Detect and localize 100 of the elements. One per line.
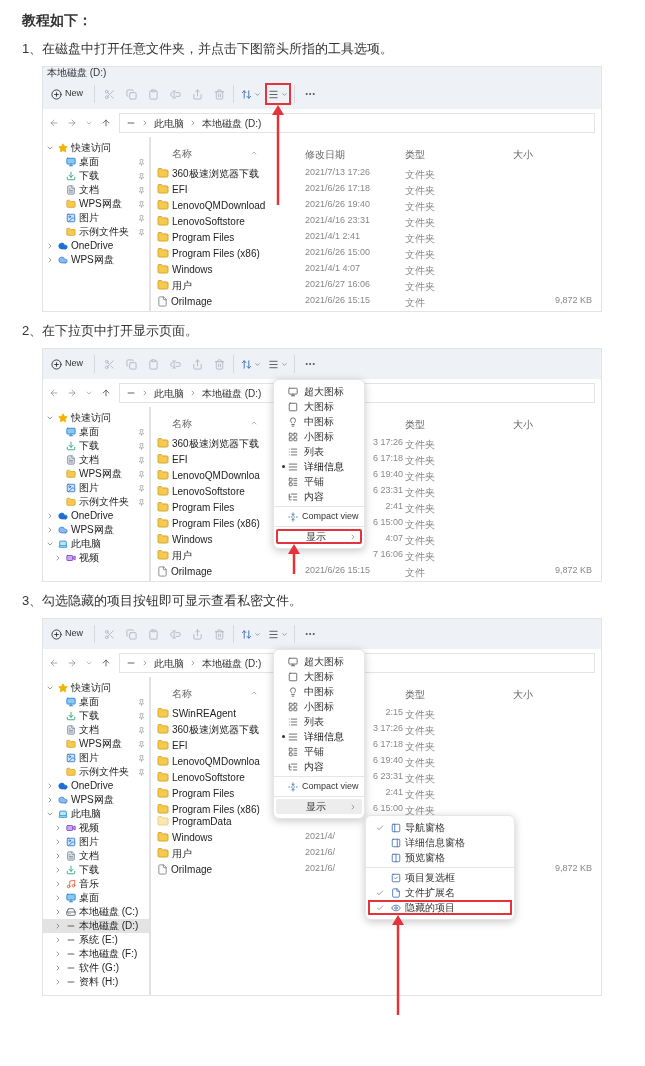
chevron-right-icon[interactable] xyxy=(54,880,62,888)
file-name[interactable]: Program Files (x86) xyxy=(172,245,260,261)
chevron-right-icon[interactable] xyxy=(46,512,54,520)
menu-item[interactable]: 内容 xyxy=(274,489,364,504)
sidebar-item[interactable]: 文档 xyxy=(43,453,149,467)
sidebar-item[interactable]: 桌面 xyxy=(43,425,149,439)
sidebar-item[interactable]: 视频 xyxy=(43,821,149,835)
column-header[interactable]: 大小 xyxy=(513,149,533,160)
column-header[interactable]: 名称 xyxy=(172,145,192,161)
menu-item[interactable]: 详细信息 xyxy=(274,729,364,744)
file-name[interactable]: LenovoQMDownloa xyxy=(172,753,260,769)
sidebar-item[interactable]: 音乐 xyxy=(43,877,149,891)
back-icon[interactable] xyxy=(49,118,59,128)
sidebar-item[interactable]: 图片 xyxy=(43,481,149,495)
scissors-icon[interactable] xyxy=(103,628,115,640)
chevron-right-icon[interactable] xyxy=(46,526,54,534)
breadcrumb-item[interactable]: 本地磁盘 (D:) xyxy=(202,115,262,131)
menu-item[interactable]: 大图标 xyxy=(274,399,364,414)
sidebar-item[interactable]: 本地磁盘 (F:) xyxy=(43,947,149,961)
chevron-right-icon[interactable] xyxy=(54,866,62,874)
chevron-right-icon[interactable] xyxy=(54,922,62,930)
pin-icon[interactable] xyxy=(138,726,145,734)
chevron-right-icon[interactable] xyxy=(54,936,62,944)
sidebar-item[interactable]: 桌面 xyxy=(43,695,149,709)
sidebar-item[interactable]: WPS网盘 xyxy=(43,253,149,267)
menu-item[interactable]: 导航窗格 xyxy=(368,820,512,835)
file-name[interactable]: Windows xyxy=(172,829,213,845)
sidebar-item[interactable]: WPS网盘 xyxy=(43,737,149,751)
file-name[interactable]: Program Files xyxy=(172,229,235,245)
sidebar-item[interactable]: 示例文件夹 xyxy=(43,765,149,779)
clipboard-icon[interactable] xyxy=(147,88,159,100)
pin-icon[interactable] xyxy=(138,740,145,748)
chevron-right-icon[interactable] xyxy=(54,852,62,860)
sidebar-item[interactable]: OneDrive xyxy=(43,239,149,253)
menu-item[interactable]: Compact view xyxy=(274,779,364,794)
scissors-icon[interactable] xyxy=(103,358,115,370)
sidebar-item[interactable]: 此电脑 xyxy=(43,807,149,821)
menu-item[interactable]: 预览窗格 xyxy=(368,850,512,865)
menu-item[interactable]: 显示 xyxy=(276,529,362,544)
rename-icon[interactable] xyxy=(169,358,181,370)
pin-icon[interactable] xyxy=(138,172,145,180)
menu-item[interactable]: 隐藏的项目 xyxy=(368,900,512,915)
menu-item[interactable]: 详细信息窗格 xyxy=(368,835,512,850)
chevron-down-icon[interactable] xyxy=(46,684,54,692)
chevron-right-icon[interactable] xyxy=(46,242,54,250)
pin-icon[interactable] xyxy=(138,712,145,720)
sidebar-item[interactable]: 文档 xyxy=(43,183,149,197)
sidebar-item[interactable]: 视频 xyxy=(43,551,149,565)
sidebar-item[interactable]: WPS网盘 xyxy=(43,197,149,211)
sidebar-item[interactable]: 示例文件夹 xyxy=(43,225,149,239)
share-icon[interactable] xyxy=(191,358,203,370)
menu-item[interactable]: 详细信息 xyxy=(274,459,364,474)
column-header[interactable]: 修改日期 xyxy=(305,149,345,160)
column-header[interactable]: 类型 xyxy=(405,419,425,430)
share-icon[interactable] xyxy=(191,628,203,640)
up-icon[interactable] xyxy=(101,118,111,128)
pin-icon[interactable] xyxy=(138,158,145,166)
chevron-right-icon[interactable] xyxy=(54,824,62,832)
file-name[interactable]: LenovoSoftstore xyxy=(172,769,245,785)
menu-item[interactable]: 平铺 xyxy=(274,744,364,759)
caret-icon[interactable] xyxy=(85,389,93,397)
chevron-down-icon[interactable] xyxy=(46,810,54,818)
file-name[interactable]: 用户 xyxy=(172,277,192,293)
chevron-down-icon[interactable] xyxy=(46,414,54,422)
menu-item[interactable]: 内容 xyxy=(274,759,364,774)
sidebar-item[interactable]: 快速访问 xyxy=(43,411,149,425)
file-name[interactable]: Program Files (x86) xyxy=(172,515,260,531)
file-name[interactable]: Windows xyxy=(172,531,213,547)
file-name[interactable]: OriImage xyxy=(171,861,213,877)
trash-icon[interactable] xyxy=(213,628,225,640)
sidebar-item[interactable]: WPS网盘 xyxy=(43,467,149,481)
copy-icon[interactable] xyxy=(125,628,137,640)
chevron-down-icon[interactable] xyxy=(46,144,54,152)
chevron-right-icon[interactable] xyxy=(46,256,54,264)
chevron-right-icon[interactable] xyxy=(54,950,62,958)
pin-icon[interactable] xyxy=(138,698,145,706)
forward-icon[interactable] xyxy=(67,388,77,398)
chevron-right-icon[interactable] xyxy=(54,894,62,902)
chevron-right-icon[interactable] xyxy=(54,554,62,562)
sidebar-item[interactable]: 软件 (G:) xyxy=(43,961,149,975)
trash-icon[interactable] xyxy=(213,358,225,370)
trash-icon[interactable] xyxy=(213,88,225,100)
new-button[interactable]: New xyxy=(51,623,91,645)
sidebar-item[interactable]: 下载 xyxy=(43,439,149,453)
new-button[interactable]: New xyxy=(51,83,91,105)
chevron-right-icon[interactable] xyxy=(54,838,62,846)
file-name[interactable]: LenovoSoftstore xyxy=(172,483,245,499)
caret-icon[interactable] xyxy=(85,659,93,667)
sidebar-item[interactable]: 此电脑 xyxy=(43,537,149,551)
sidebar-item[interactable]: 图片 xyxy=(43,751,149,765)
file-name[interactable]: LenovoSoftstore xyxy=(172,213,245,229)
address-bar[interactable]: 此电脑 本地磁盘 (D:) xyxy=(119,113,595,133)
menu-item[interactable]: 文件扩展名 xyxy=(368,885,512,900)
up-icon[interactable] xyxy=(101,388,111,398)
pin-icon[interactable] xyxy=(138,470,145,478)
sidebar-item[interactable]: 桌面 xyxy=(43,155,149,169)
column-header[interactable]: 名称 xyxy=(172,415,192,431)
file-name[interactable]: 360极速浏览器下载 xyxy=(172,435,259,451)
sidebar-item[interactable]: 示例文件夹 xyxy=(43,495,149,509)
file-name[interactable]: EFI xyxy=(172,451,188,467)
